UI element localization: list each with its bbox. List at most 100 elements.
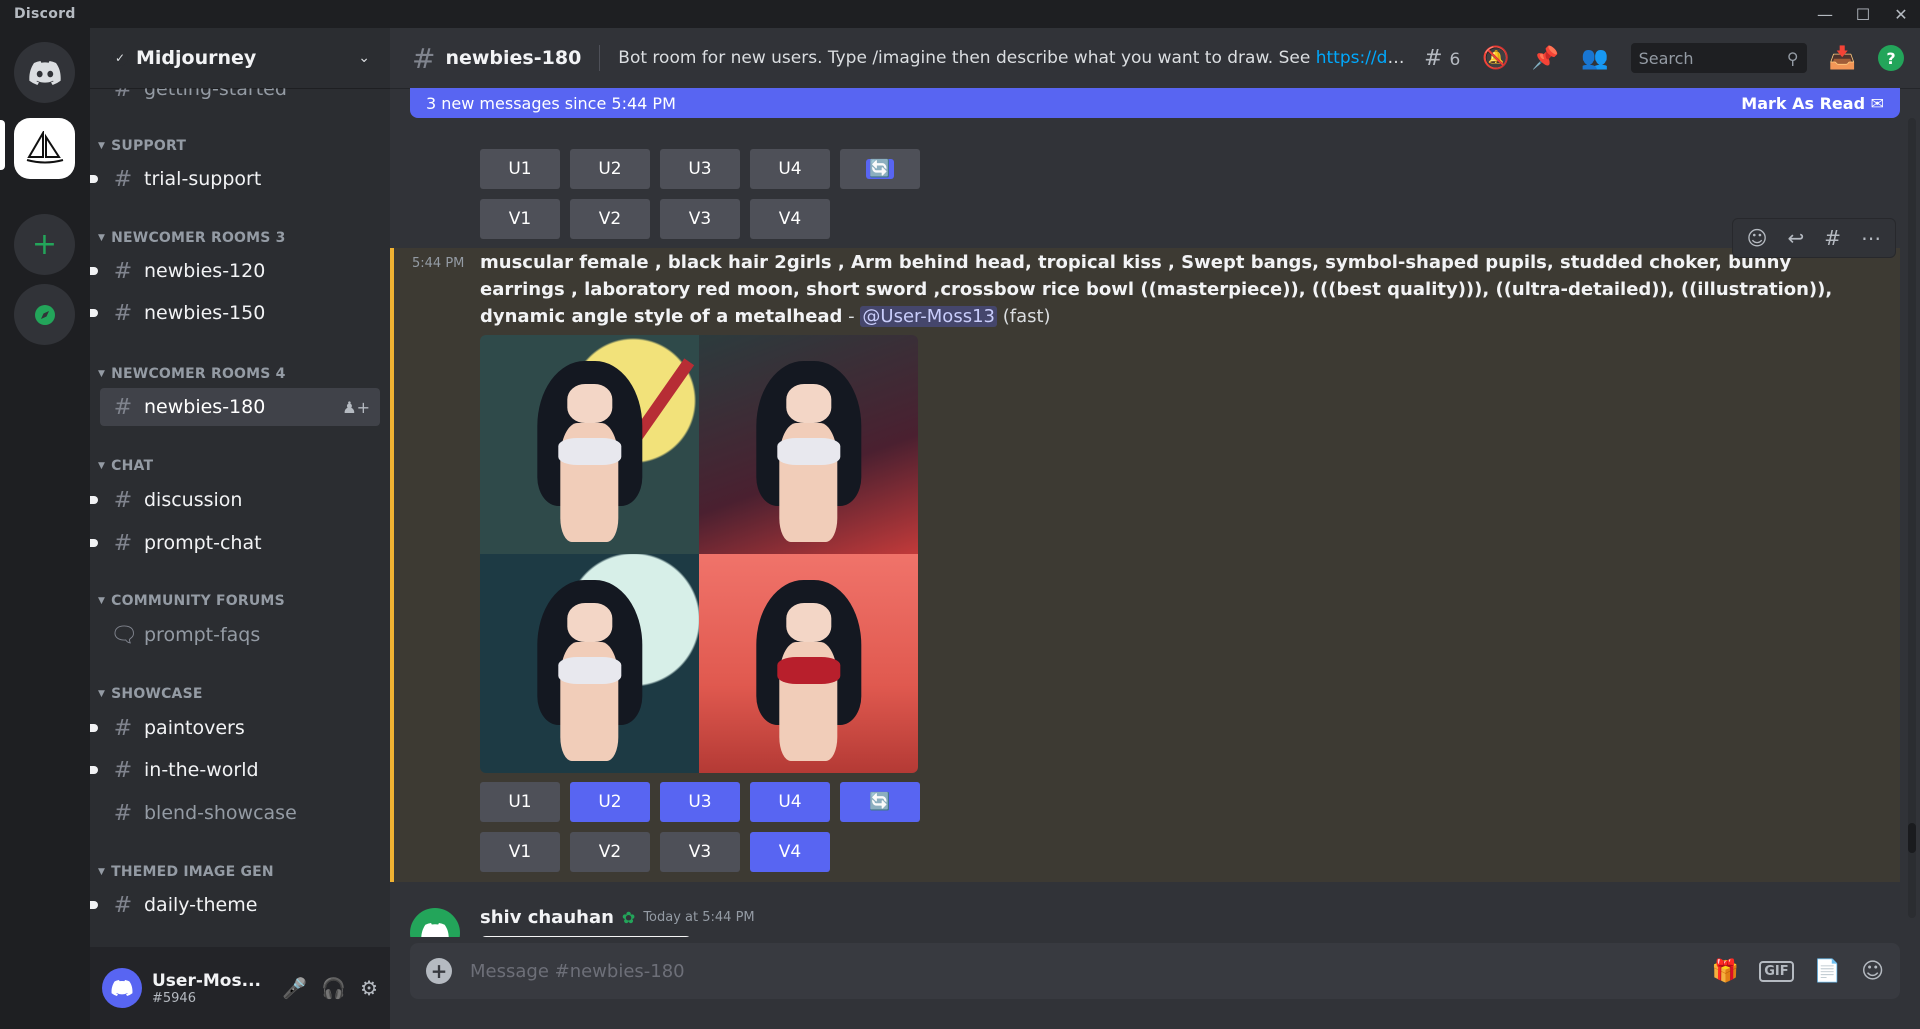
minimize-icon[interactable]: — <box>1806 0 1844 28</box>
v2-button[interactable]: V2 <box>570 199 650 239</box>
members-icon[interactable]: 👥 <box>1581 46 1608 71</box>
create-thread-icon[interactable]: # <box>1824 226 1841 250</box>
channel-in-the-world[interactable]: # in-the-world <box>90 751 380 789</box>
emoji-icon[interactable]: ☺ <box>1861 959 1884 984</box>
category-chat[interactable]: ▼ CHAT <box>98 458 153 474</box>
reply-icon[interactable]: ↩ <box>1787 226 1804 250</box>
author-name[interactable]: shiv chauhan <box>480 907 614 928</box>
channel-blend-showcase[interactable]: # blend-showcase <box>100 794 380 832</box>
u2-button[interactable]: U2 <box>570 149 650 189</box>
channel-newbies-180[interactable]: # newbies-180 ♟+ <box>100 388 380 426</box>
user-panel: User-Mos... #5946 🎤 🎧 ⚙ <box>90 947 390 1029</box>
v4-button[interactable]: V4 <box>750 199 830 239</box>
gift-icon[interactable]: 🎁 <box>1712 959 1739 984</box>
u4-button[interactable]: U4 <box>750 782 830 822</box>
channel-paintovers[interactable]: # paintovers <box>90 709 380 747</box>
plus-icon: + <box>31 227 58 262</box>
message-input[interactable]: Message #newbies-180 <box>470 961 1712 982</box>
reroll-button[interactable]: 🔄 <box>840 149 920 189</box>
grid-image-1[interactable] <box>480 335 699 554</box>
forum-icon: 🗨 <box>110 622 138 648</box>
user-info[interactable]: User-Mos... #5946 <box>152 971 261 1006</box>
unread-indicator <box>90 539 98 547</box>
avatar[interactable] <box>410 908 460 937</box>
threads-button[interactable]: # 6 <box>1424 46 1460 71</box>
category-themed-image-gen[interactable]: ▼ THEMED IMAGE GEN <box>98 864 274 880</box>
channel-prompt-faqs[interactable]: 🗨 prompt-faqs <box>100 616 380 654</box>
sticker-icon[interactable]: 📄 <box>1814 959 1841 984</box>
gif-button[interactable]: GIF <box>1759 960 1794 982</box>
category-newcomer-rooms-3[interactable]: ▼ NEWCOMER ROOMS 3 <box>98 230 286 246</box>
pin-icon[interactable]: 📌 <box>1532 46 1559 71</box>
gear-icon[interactable]: ⚙ <box>360 976 378 1000</box>
channel-newbies-150[interactable]: # newbies-150 <box>90 294 380 332</box>
u3-button[interactable]: U3 <box>660 149 740 189</box>
image-attachment[interactable] <box>480 936 692 937</box>
close-icon[interactable]: ✕ <box>1882 0 1920 28</box>
channel-trial-support[interactable]: # trial-support <box>90 160 380 198</box>
channel-getting-started[interactable]: # getting-started <box>100 88 380 104</box>
more-options-icon[interactable]: ⋯ <box>1861 226 1881 250</box>
u1-button[interactable]: U1 <box>480 149 560 189</box>
midjourney-server-button[interactable] <box>14 118 75 179</box>
channel-label: paintovers <box>144 717 245 739</box>
server-header[interactable]: ✓ Midjourney ⌄ <box>90 28 390 88</box>
channel-daily-theme[interactable]: # daily-theme <box>90 886 380 924</box>
u1-button[interactable]: U1 <box>480 782 560 822</box>
channel-label: newbies-120 <box>144 260 266 282</box>
channel-topic[interactable]: Bot room for new users. Type /imagine th… <box>618 48 1408 68</box>
avatar[interactable] <box>102 968 142 1008</box>
channel-discussion[interactable]: # discussion <box>90 481 380 519</box>
mute-bell-icon[interactable]: 🔕 <box>1482 46 1509 71</box>
category-support[interactable]: ▼ SUPPORT <box>98 138 186 154</box>
sailboat-icon <box>26 130 63 163</box>
upload-plus-icon[interactable]: + <box>426 958 452 984</box>
add-server-button[interactable]: + <box>14 214 75 275</box>
maximize-icon[interactable]: ☐ <box>1844 0 1882 28</box>
microphone-icon[interactable]: 🎤 <box>282 976 307 1000</box>
mark-as-read-button[interactable]: Mark As Read ✉ <box>1741 94 1884 113</box>
add-reaction-icon[interactable]: ☺ <box>1747 226 1768 250</box>
caret-down-icon: ▼ <box>98 867 106 877</box>
upscale-row: U1 U2 U3 U4 🔄 <box>480 782 920 822</box>
discord-logo-icon <box>421 922 449 937</box>
grid-image-3[interactable] <box>480 554 699 773</box>
v4-button[interactable]: V4 <box>750 832 830 872</box>
v2-button[interactable]: V2 <box>570 832 650 872</box>
v1-button[interactable]: V1 <box>480 832 560 872</box>
category-showcase[interactable]: ▼ SHOWCASE <box>98 686 203 702</box>
user-mention[interactable]: @User-Moss13 <box>860 306 997 327</box>
topic-link[interactable]: https://docs.midjourn... <box>1316 48 1409 68</box>
category-label: NEWCOMER ROOMS 3 <box>111 230 286 246</box>
reroll-button[interactable]: 🔄 <box>840 782 920 822</box>
locked-hash-icon: # <box>113 394 133 420</box>
channel-prompt-chat[interactable]: # prompt-chat <box>90 524 380 562</box>
message-scrollbar[interactable] <box>1908 118 1916 918</box>
grid-image-4[interactable] <box>699 554 918 773</box>
image-grid[interactable] <box>480 335 918 773</box>
chat-area: # newbies-180 Bot room for new users. Ty… <box>390 28 1920 1029</box>
v3-button[interactable]: V3 <box>660 832 740 872</box>
add-member-icon[interactable]: ♟+ <box>342 398 370 417</box>
character-figure <box>743 361 874 554</box>
u2-button[interactable]: U2 <box>570 782 650 822</box>
headphones-icon[interactable]: 🎧 <box>321 976 346 1000</box>
inbox-icon[interactable]: 📥 <box>1829 46 1856 71</box>
new-messages-bar[interactable]: 3 new messages since 5:44 PM Mark As Rea… <box>410 88 1900 118</box>
u3-button[interactable]: U3 <box>660 782 740 822</box>
caret-down-icon: ▼ <box>98 689 106 699</box>
category-newcomer-rooms-4[interactable]: ▼ NEWCOMER ROOMS 4 <box>98 366 286 382</box>
direct-messages-button[interactable] <box>14 42 75 103</box>
explore-servers-button[interactable] <box>14 284 75 345</box>
v1-button[interactable]: V1 <box>480 199 560 239</box>
search-input[interactable]: Search ⚲ <box>1630 43 1807 73</box>
category-community-forums[interactable]: ▼ COMMUNITY FORUMS <box>98 593 285 609</box>
grid-image-2[interactable] <box>699 335 918 554</box>
scrollbar-thumb[interactable] <box>1908 823 1916 853</box>
help-icon[interactable]: ? <box>1878 45 1904 71</box>
category-label: SUPPORT <box>111 138 187 154</box>
u4-button[interactable]: U4 <box>750 149 830 189</box>
channel-newbies-120[interactable]: # newbies-120 <box>90 252 380 290</box>
v3-button[interactable]: V3 <box>660 199 740 239</box>
channel-label: in-the-world <box>144 759 259 781</box>
